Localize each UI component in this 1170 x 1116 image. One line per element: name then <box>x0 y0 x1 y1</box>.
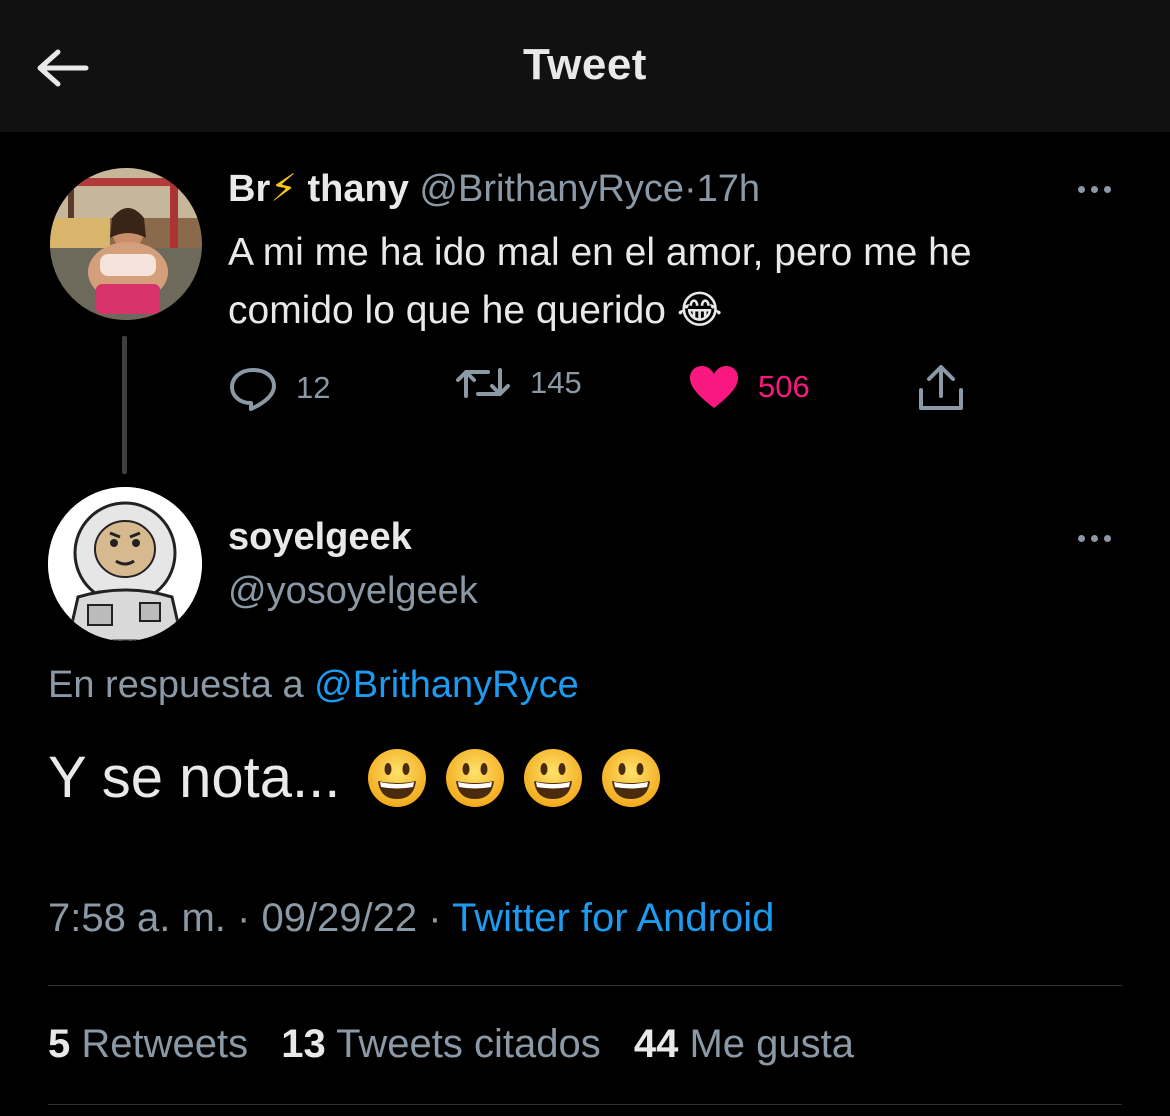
share-button[interactable] <box>916 364 966 412</box>
retweet-count: 145 <box>530 365 582 400</box>
reply-tweet-text: Y se nota... <box>48 744 662 811</box>
more-options-button[interactable] <box>1066 174 1122 204</box>
like-count: 506 <box>758 369 810 404</box>
tweet-stats: 5 Retweets 13 Tweets citados 44 Me gusta <box>48 1022 876 1067</box>
tweet-actions: 12 145 506 <box>228 358 988 418</box>
retweet-button[interactable]: 145 <box>454 358 582 408</box>
retweets-stat[interactable]: 5 Retweets <box>48 1022 248 1066</box>
grinning-face-icon <box>524 748 583 807</box>
share-icon <box>919 365 963 410</box>
parent-tweet-header: Br⚡ thany @BrithanyRyce·17h <box>228 166 760 211</box>
tweet-time[interactable]: 17h <box>697 168 760 210</box>
reply-more-options-button[interactable] <box>1066 523 1122 553</box>
laughing-emoji-icon: 😂 <box>676 289 723 332</box>
reply-button[interactable]: 12 <box>228 364 330 412</box>
reply-to-handle-link[interactable]: @BrithanyRyce <box>314 664 579 706</box>
heart-filled-icon <box>690 366 738 408</box>
more-dot-icon <box>1077 534 1085 542</box>
tweet-metadata: 7:58 a. m. · 09/29/22 · Twitter for Andr… <box>48 896 775 940</box>
parent-tweet-text: A mi me ha ido mal en el amor, pero me h… <box>228 231 972 332</box>
retweet-icon <box>456 368 510 398</box>
thread-connector <box>122 336 127 474</box>
reply-count: 12 <box>296 370 331 405</box>
grinning-face-icon <box>368 748 427 807</box>
reply-icon <box>230 368 276 411</box>
like-button[interactable]: 506 <box>688 364 810 410</box>
lightning-emoji-icon: ⚡ <box>270 168 297 210</box>
grinning-face-icon <box>602 748 661 807</box>
tweet-timestamp: 7:58 a. m. <box>48 896 226 940</box>
display-name[interactable]: Br⚡ thany <box>228 168 409 210</box>
quote-tweets-stat[interactable]: 13 Tweets citados <box>281 1022 600 1066</box>
divider <box>48 1104 1122 1105</box>
tweet-source-link[interactable]: Twitter for Android <box>452 896 774 940</box>
grinning-face-icon <box>446 748 505 807</box>
more-dot-icon <box>1077 185 1085 193</box>
top-bar: Tweet <box>0 0 1170 132</box>
reply-context: En respuesta a @BrithanyRyce <box>48 664 579 706</box>
separator: · <box>683 168 697 210</box>
divider <box>48 985 1122 986</box>
avatar-soyelgeek[interactable] <box>48 487 202 641</box>
reply-user-handle[interactable]: @yosoyelgeek <box>228 570 478 613</box>
page-title: Tweet <box>523 40 647 89</box>
avatar-brithany[interactable] <box>50 168 202 320</box>
likes-stat[interactable]: 44 Me gusta <box>634 1022 854 1066</box>
tweet-date: 09/29/22 <box>261 896 418 940</box>
reply-display-name[interactable]: soyelgeek <box>228 516 412 559</box>
user-handle[interactable]: @BrithanyRyce <box>419 168 684 210</box>
